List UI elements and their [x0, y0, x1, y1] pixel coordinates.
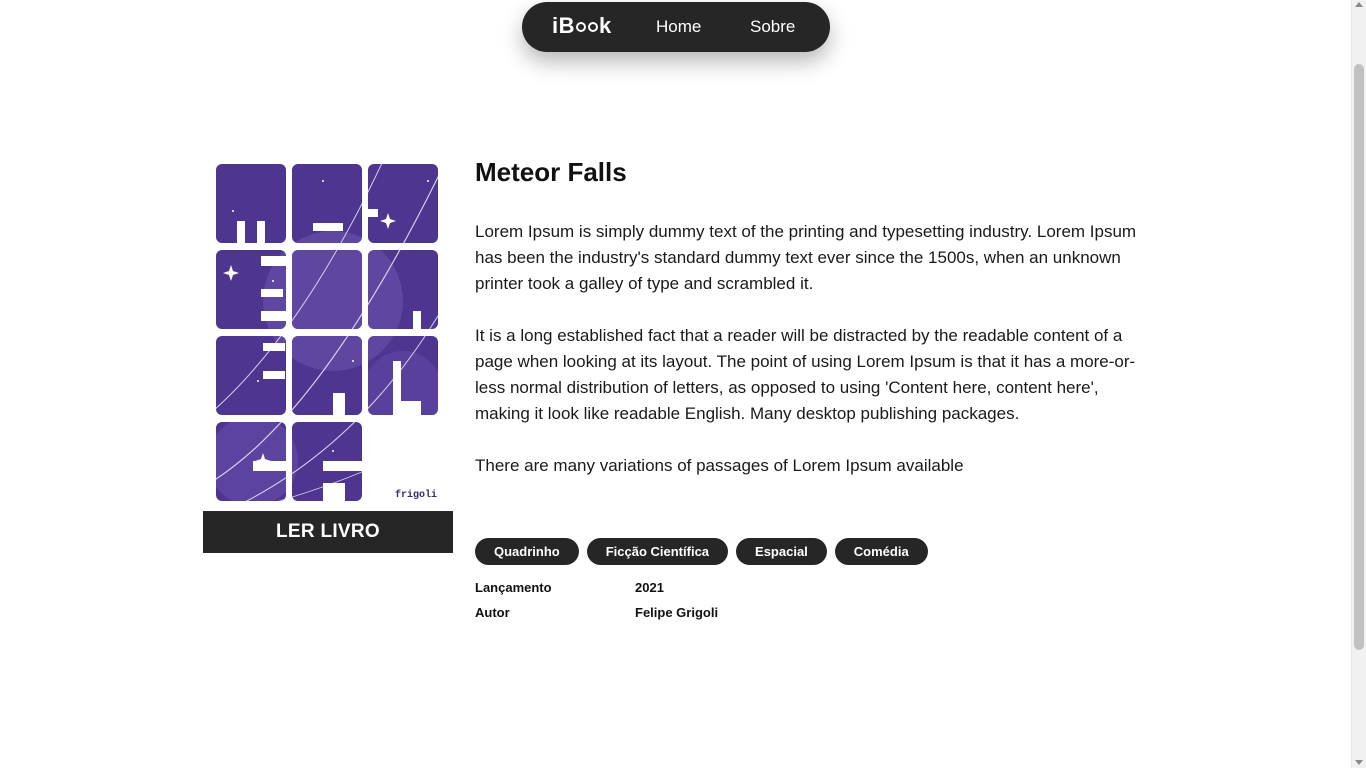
- scroll-thumb[interactable]: [1354, 64, 1364, 650]
- description-paragraph: It is a long established fact that a rea…: [475, 326, 1136, 423]
- nav-link-home[interactable]: Home: [656, 16, 701, 38]
- detail-row-author: Autor Felipe Grigoli: [475, 605, 718, 630]
- book-details: Lançamento 2021 Autor Felipe Grigoli: [475, 580, 718, 630]
- tag-ficcao-cientifica[interactable]: Ficção Científica: [586, 538, 729, 565]
- nav-link-sobre[interactable]: Sobre: [750, 16, 795, 38]
- logo-o-icon: [576, 22, 586, 32]
- top-navbar: iBook iBk Home Sobre: [522, 2, 830, 52]
- book-cover: frigoli: [203, 155, 453, 511]
- logo-o-icon: [588, 22, 598, 32]
- detail-value: 2021: [635, 580, 664, 595]
- genre-tags: Quadrinho Ficção Científica Espacial Com…: [475, 538, 928, 565]
- book-cover-art: frigoli: [216, 164, 438, 501]
- logo-glyphs: iB k: [552, 13, 612, 38]
- tag-quadrinho[interactable]: Quadrinho: [475, 538, 579, 565]
- page-scrollbar[interactable]: [1351, 0, 1366, 768]
- detail-label: Autor: [475, 605, 510, 620]
- ibook-logo[interactable]: iBook iBk: [552, 13, 612, 39]
- detail-row-release: Lançamento 2021: [475, 580, 718, 605]
- description-paragraph: There are many variations of passages of…: [475, 456, 964, 475]
- book-description: Lorem Ipsum is simply dummy text of the …: [475, 219, 1147, 505]
- book-title: Meteor Falls: [475, 157, 627, 187]
- cover-signature: frigoli: [395, 489, 437, 501]
- tag-espacial[interactable]: Espacial: [736, 538, 827, 565]
- tag-comedia[interactable]: Comédia: [834, 538, 928, 565]
- description-paragraph: Lorem Ipsum is simply dummy text of the …: [475, 222, 1137, 293]
- read-book-button[interactable]: LER LIVRO: [203, 511, 453, 553]
- detail-label: Lançamento: [475, 580, 552, 595]
- scroll-down-arrow-icon[interactable]: [1355, 760, 1363, 765]
- detail-value: Felipe Grigoli: [635, 605, 719, 620]
- scroll-up-arrow-icon[interactable]: [1355, 2, 1363, 7]
